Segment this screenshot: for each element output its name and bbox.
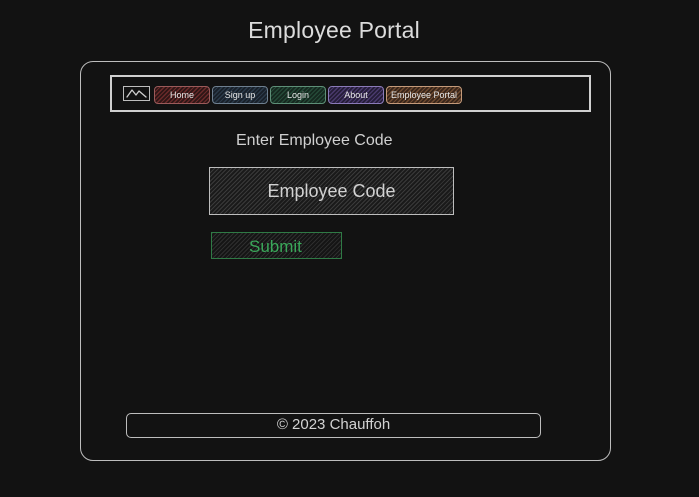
page-title: Employee Portal [248, 17, 420, 43]
employee-code-prompt: Enter Employee Code [236, 132, 393, 149]
content-card [80, 61, 611, 461]
nav-about-button[interactable]: About [328, 86, 384, 104]
nav-signup-button[interactable]: Sign up [212, 86, 268, 104]
nav-home-button[interactable]: Home [154, 86, 210, 104]
nav-employee-portal-button[interactable]: Employee Portal [386, 86, 462, 104]
navbar: Home Sign up Login About Employee Portal [110, 75, 591, 112]
employee-code-input[interactable] [209, 167, 454, 215]
footer: © 2023 Chauffoh [126, 413, 541, 438]
nav-login-button[interactable]: Login [270, 86, 326, 104]
mountain-logo-icon[interactable] [123, 86, 150, 101]
submit-button[interactable]: Submit [211, 232, 342, 259]
